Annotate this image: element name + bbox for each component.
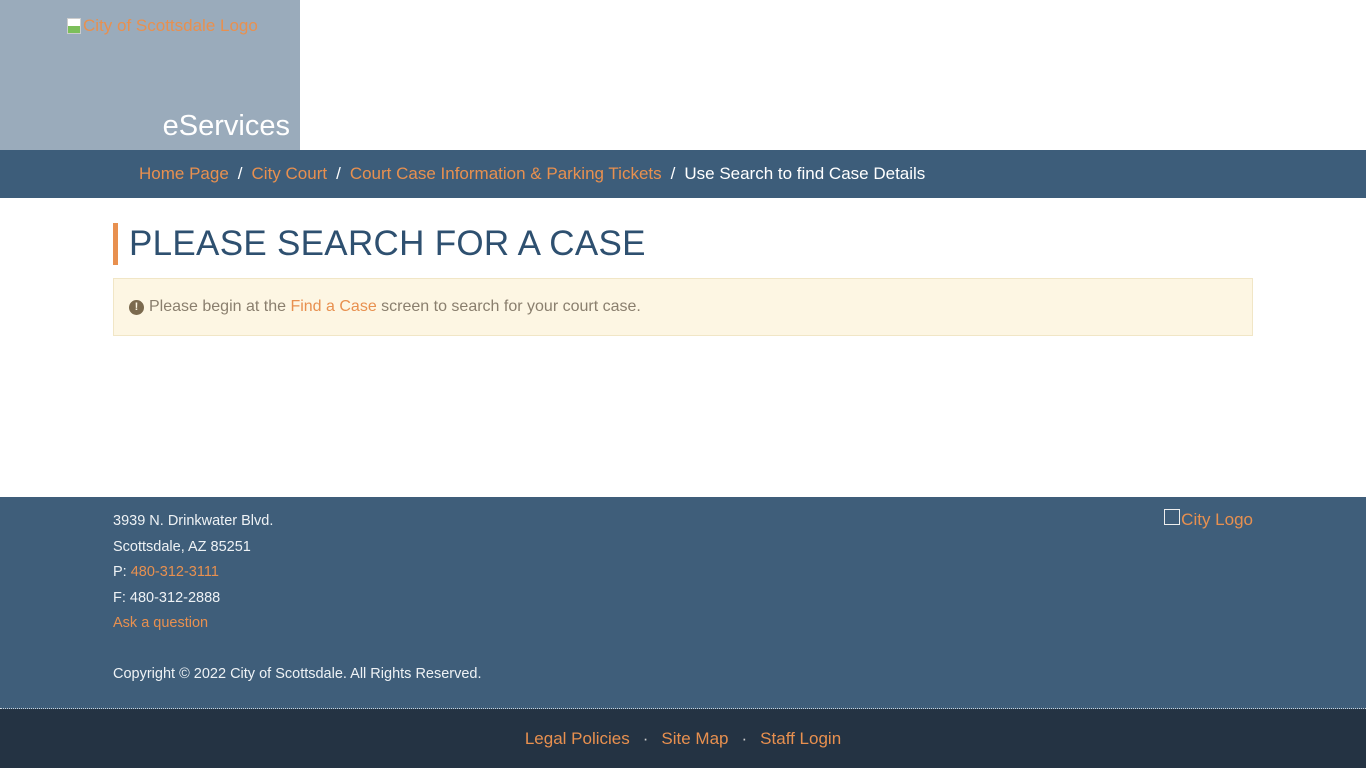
breadcrumb-court-case-info[interactable]: Court Case Information & Parking Tickets	[350, 164, 662, 184]
separator: ·	[642, 728, 649, 748]
alert-text: Please begin at the	[149, 298, 286, 315]
city-logo-link[interactable]: City of Scottsdale Logo	[67, 16, 258, 36]
alert-message: ! Please begin at the Find a Case screen…	[113, 278, 1253, 336]
breadcrumb: Home Page / City Court / Court Case Inform…	[0, 150, 1366, 198]
footer: 3939 N. Drinkwater Blvd. Scottsdale, AZ …	[0, 497, 1366, 709]
app-title: eServices	[162, 110, 290, 142]
logo-alt-text: City of Scottsdale Logo	[83, 16, 258, 35]
broken-image-icon	[1164, 509, 1181, 525]
page-title: PLEASE SEARCH FOR A CASE	[113, 223, 1253, 265]
ask-question-link[interactable]: Ask a question	[113, 615, 208, 631]
phone-label: P:	[113, 564, 127, 581]
breadcrumb-home[interactable]: Home Page	[139, 164, 229, 184]
city-logo-alt: City Logo	[1181, 510, 1253, 529]
phone: P: 480-312-3111	[113, 560, 1253, 586]
breadcrumb-separator: /	[670, 164, 676, 183]
address-line: 3939 N. Drinkwater Blvd.	[113, 513, 274, 529]
broken-image-icon	[67, 18, 81, 34]
copyright: Copyright © 2022 City of Scottsdale. All…	[113, 665, 482, 682]
brand-panel: City of Scottsdale Logo eServices	[0, 0, 300, 150]
footer-city-logo-link[interactable]: City Logo	[1164, 509, 1253, 530]
alert-text: screen to search for your court case.	[381, 298, 641, 315]
breadcrumb-current: Use Search to find Case Details	[684, 164, 926, 183]
address-line: Scottsdale, AZ 85251	[113, 538, 251, 555]
main-content: PLEASE SEARCH FOR A CASE ! Please begin …	[0, 198, 1366, 497]
fax: F: 480-312-2888	[113, 589, 221, 606]
legal-policies-link[interactable]: Legal Policies	[525, 729, 630, 749]
separator: ·	[741, 728, 748, 748]
header: City of Scottsdale Logo eServices	[0, 0, 1366, 150]
breadcrumb-separator: /	[336, 164, 341, 183]
site-map-link[interactable]: Site Map	[661, 729, 728, 749]
breadcrumb-city-court[interactable]: City Court	[252, 164, 328, 184]
exclamation-circle-icon: !	[129, 299, 144, 315]
find-a-case-link[interactable]: Find a Case	[290, 298, 376, 316]
bottom-links: Legal Policies · Site Map · Staff Login	[0, 709, 1366, 768]
phone-link[interactable]: 480-312-3111	[131, 564, 219, 580]
breadcrumb-separator: /	[237, 164, 243, 183]
staff-login-link[interactable]: Staff Login	[760, 729, 841, 749]
